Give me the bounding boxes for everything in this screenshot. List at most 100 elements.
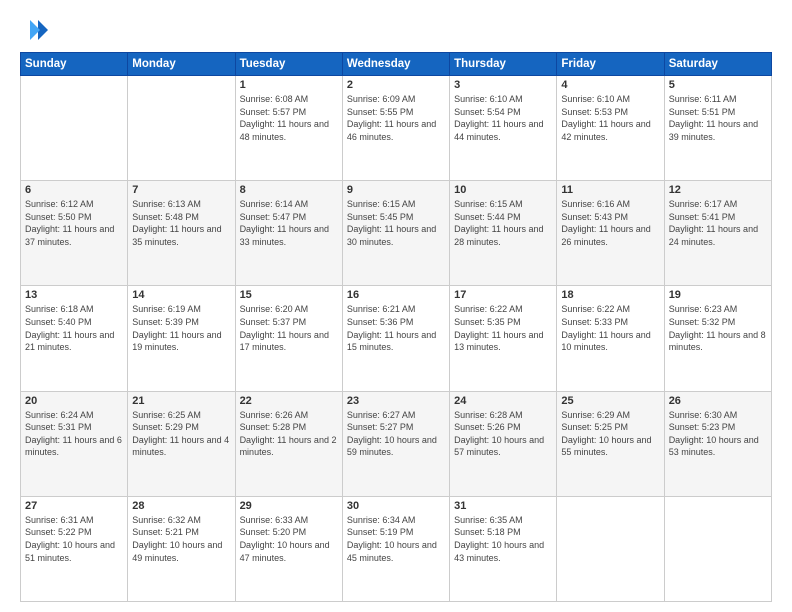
day-info: Sunrise: 6:10 AM Sunset: 5:54 PM Dayligh…: [454, 93, 552, 143]
calendar-cell: 31 Sunrise: 6:35 AM Sunset: 5:18 PM Dayli…: [450, 496, 557, 601]
day-number: 29: [240, 500, 338, 512]
calendar-cell: 20 Sunrise: 6:24 AM Sunset: 5:31 PM Dayli…: [21, 391, 128, 496]
day-number: 26: [669, 395, 767, 407]
day-info: Sunrise: 6:22 AM Sunset: 5:33 PM Dayligh…: [561, 303, 659, 353]
day-info: Sunrise: 6:26 AM Sunset: 5:28 PM Dayligh…: [240, 409, 338, 459]
logo: [20, 16, 52, 44]
calendar-cell: 16 Sunrise: 6:21 AM Sunset: 5:36 PM Dayli…: [342, 286, 449, 391]
calendar-cell: [557, 496, 664, 601]
day-number: 9: [347, 184, 445, 196]
day-number: 1: [240, 79, 338, 91]
day-number: 4: [561, 79, 659, 91]
day-info: Sunrise: 6:24 AM Sunset: 5:31 PM Dayligh…: [25, 409, 123, 459]
calendar-cell: 5Sunrise: 6:11 AM Sunset: 5:51 PM Daylig…: [664, 76, 771, 181]
calendar-cell: 3 Sunrise: 6:10 AM Sunset: 5:54 PM Daylig…: [450, 76, 557, 181]
calendar-cell: 29 Sunrise: 6:33 AM Sunset: 5:20 PM Dayli…: [235, 496, 342, 601]
calendar-cell: 9 Sunrise: 6:15 AM Sunset: 5:45 PM Daylig…: [342, 181, 449, 286]
calendar-week-row: 1 Sunrise: 6:08 AM Sunset: 5:57 PM Daylig…: [21, 76, 772, 181]
day-info: Sunrise: 6:17 AM Sunset: 5:41 PM Dayligh…: [669, 198, 767, 248]
calendar-week-row: 6 Sunrise: 6:12 AM Sunset: 5:50 PM Daylig…: [21, 181, 772, 286]
day-info: Sunrise: 6:13 AM Sunset: 5:48 PM Dayligh…: [132, 198, 230, 248]
calendar-cell: 24Sunrise: 6:28 AM Sunset: 5:26 PM Dayli…: [450, 391, 557, 496]
day-number: 16: [347, 289, 445, 301]
weekday-header-monday: Monday: [128, 53, 235, 76]
day-info: Sunrise: 6:08 AM Sunset: 5:57 PM Dayligh…: [240, 93, 338, 143]
calendar-table: SundayMondayTuesdayWednesdayThursdayFrid…: [20, 52, 772, 602]
day-info: Sunrise: 6:15 AM Sunset: 5:44 PM Dayligh…: [454, 198, 552, 248]
calendar-cell: 17Sunrise: 6:22 AM Sunset: 5:35 PM Dayli…: [450, 286, 557, 391]
day-number: 22: [240, 395, 338, 407]
calendar-cell: [128, 76, 235, 181]
weekday-header-wednesday: Wednesday: [342, 53, 449, 76]
day-info: Sunrise: 6:14 AM Sunset: 5:47 PM Dayligh…: [240, 198, 338, 248]
day-number: 12: [669, 184, 767, 196]
day-number: 19: [669, 289, 767, 301]
calendar-cell: 7Sunrise: 6:13 AM Sunset: 5:48 PM Daylig…: [128, 181, 235, 286]
day-number: 13: [25, 289, 123, 301]
calendar-cell: 1 Sunrise: 6:08 AM Sunset: 5:57 PM Daylig…: [235, 76, 342, 181]
calendar-week-row: 13Sunrise: 6:18 AM Sunset: 5:40 PM Dayli…: [21, 286, 772, 391]
calendar-cell: 12 Sunrise: 6:17 AM Sunset: 5:41 PM Dayli…: [664, 181, 771, 286]
day-info: Sunrise: 6:12 AM Sunset: 5:50 PM Dayligh…: [25, 198, 123, 248]
calendar-cell: [21, 76, 128, 181]
day-info: Sunrise: 6:29 AM Sunset: 5:25 PM Dayligh…: [561, 409, 659, 459]
day-number: 5: [669, 79, 767, 91]
calendar-cell: 6 Sunrise: 6:12 AM Sunset: 5:50 PM Daylig…: [21, 181, 128, 286]
calendar-cell: 25 Sunrise: 6:29 AM Sunset: 5:25 PM Dayli…: [557, 391, 664, 496]
day-number: 30: [347, 500, 445, 512]
calendar-week-row: 20 Sunrise: 6:24 AM Sunset: 5:31 PM Dayli…: [21, 391, 772, 496]
calendar-cell: 13Sunrise: 6:18 AM Sunset: 5:40 PM Dayli…: [21, 286, 128, 391]
day-number: 8: [240, 184, 338, 196]
day-info: Sunrise: 6:32 AM Sunset: 5:21 PM Dayligh…: [132, 514, 230, 564]
weekday-header-row: SundayMondayTuesdayWednesdayThursdayFrid…: [21, 53, 772, 76]
day-number: 23: [347, 395, 445, 407]
calendar-cell: 30 Sunrise: 6:34 AM Sunset: 5:19 PM Dayli…: [342, 496, 449, 601]
day-number: 6: [25, 184, 123, 196]
calendar-cell: 27 Sunrise: 6:31 AM Sunset: 5:22 PM Dayli…: [21, 496, 128, 601]
calendar-cell: 10 Sunrise: 6:15 AM Sunset: 5:44 PM Dayli…: [450, 181, 557, 286]
page: SundayMondayTuesdayWednesdayThursdayFrid…: [0, 0, 792, 612]
day-number: 15: [240, 289, 338, 301]
weekday-header-thursday: Thursday: [450, 53, 557, 76]
day-number: 27: [25, 500, 123, 512]
logo-icon: [20, 16, 48, 44]
day-info: Sunrise: 6:34 AM Sunset: 5:19 PM Dayligh…: [347, 514, 445, 564]
day-number: 20: [25, 395, 123, 407]
header: [20, 16, 772, 44]
day-info: Sunrise: 6:33 AM Sunset: 5:20 PM Dayligh…: [240, 514, 338, 564]
weekday-header-saturday: Saturday: [664, 53, 771, 76]
calendar-cell: 19 Sunrise: 6:23 AM Sunset: 5:32 PM Dayli…: [664, 286, 771, 391]
weekday-header-friday: Friday: [557, 53, 664, 76]
day-info: Sunrise: 6:27 AM Sunset: 5:27 PM Dayligh…: [347, 409, 445, 459]
day-info: Sunrise: 6:35 AM Sunset: 5:18 PM Dayligh…: [454, 514, 552, 564]
day-info: Sunrise: 6:25 AM Sunset: 5:29 PM Dayligh…: [132, 409, 230, 459]
calendar-cell: 8 Sunrise: 6:14 AM Sunset: 5:47 PM Daylig…: [235, 181, 342, 286]
day-info: Sunrise: 6:22 AM Sunset: 5:35 PM Dayligh…: [454, 303, 552, 353]
calendar-cell: 15 Sunrise: 6:20 AM Sunset: 5:37 PM Dayli…: [235, 286, 342, 391]
calendar-cell: 22 Sunrise: 6:26 AM Sunset: 5:28 PM Dayli…: [235, 391, 342, 496]
day-number: 24: [454, 395, 552, 407]
calendar-cell: 14Sunrise: 6:19 AM Sunset: 5:39 PM Dayli…: [128, 286, 235, 391]
day-number: 31: [454, 500, 552, 512]
day-number: 10: [454, 184, 552, 196]
day-info: Sunrise: 6:20 AM Sunset: 5:37 PM Dayligh…: [240, 303, 338, 353]
calendar-cell: 26 Sunrise: 6:30 AM Sunset: 5:23 PM Dayli…: [664, 391, 771, 496]
day-info: Sunrise: 6:30 AM Sunset: 5:23 PM Dayligh…: [669, 409, 767, 459]
day-info: Sunrise: 6:15 AM Sunset: 5:45 PM Dayligh…: [347, 198, 445, 248]
day-info: Sunrise: 6:19 AM Sunset: 5:39 PM Dayligh…: [132, 303, 230, 353]
day-number: 25: [561, 395, 659, 407]
weekday-header-sunday: Sunday: [21, 53, 128, 76]
day-info: Sunrise: 6:31 AM Sunset: 5:22 PM Dayligh…: [25, 514, 123, 564]
day-number: 11: [561, 184, 659, 196]
weekday-header-tuesday: Tuesday: [235, 53, 342, 76]
day-info: Sunrise: 6:10 AM Sunset: 5:53 PM Dayligh…: [561, 93, 659, 143]
calendar-week-row: 27 Sunrise: 6:31 AM Sunset: 5:22 PM Dayli…: [21, 496, 772, 601]
day-info: Sunrise: 6:23 AM Sunset: 5:32 PM Dayligh…: [669, 303, 767, 353]
calendar-cell: 4 Sunrise: 6:10 AM Sunset: 5:53 PM Daylig…: [557, 76, 664, 181]
day-number: 28: [132, 500, 230, 512]
day-number: 18: [561, 289, 659, 301]
calendar-cell: 21Sunrise: 6:25 AM Sunset: 5:29 PM Dayli…: [128, 391, 235, 496]
calendar-cell: 28 Sunrise: 6:32 AM Sunset: 5:21 PM Dayli…: [128, 496, 235, 601]
day-info: Sunrise: 6:21 AM Sunset: 5:36 PM Dayligh…: [347, 303, 445, 353]
day-number: 3: [454, 79, 552, 91]
